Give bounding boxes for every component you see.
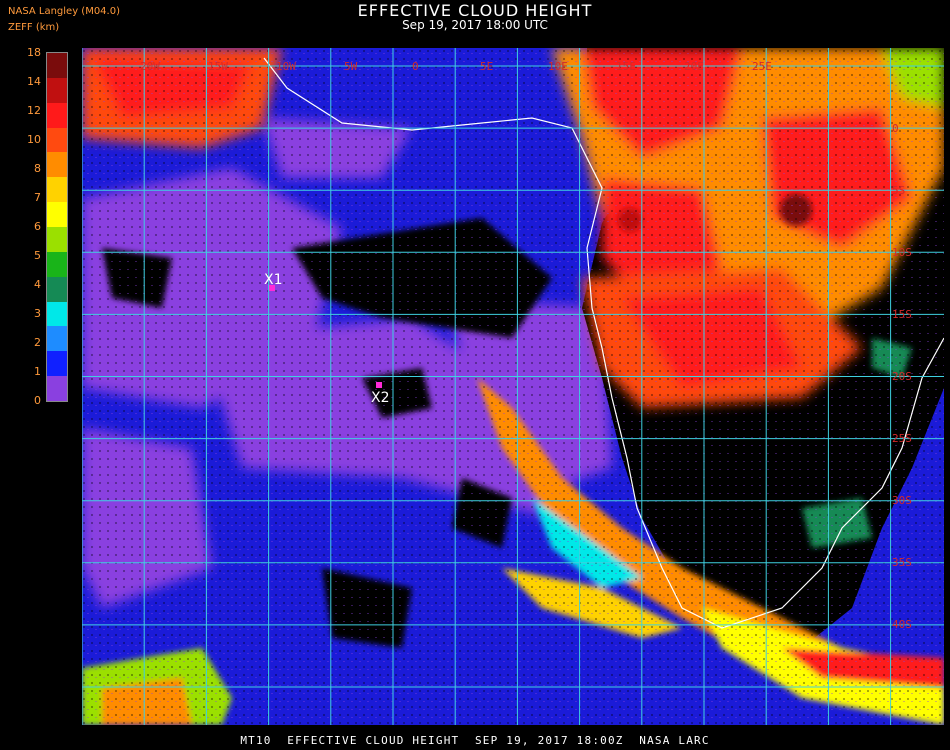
- map-image: 20W 15W 10W 5W 0 5E 10E 15E 20E 25E 0 5S 10S 15S 20S 2…: [82, 48, 944, 725]
- longitude-label: 0: [412, 60, 419, 73]
- longitude-label: 10E: [548, 60, 568, 73]
- footer-caption: MT10 EFFECTIVE CLOUD HEIGHT SEP 19, 2017…: [240, 734, 710, 747]
- latitude-label: 20S: [892, 370, 912, 383]
- legend-tick-label: 7: [34, 191, 41, 204]
- marker-label: X1: [264, 272, 283, 288]
- latitude-label: 25S: [892, 432, 912, 445]
- marker-point: [376, 382, 382, 388]
- latitude-label: 30S: [892, 494, 912, 507]
- latitude-label: 0: [892, 122, 899, 135]
- legend-tick-label: 1: [34, 365, 41, 378]
- legend-swatch: [47, 227, 67, 253]
- longitude-label: 5E: [480, 60, 493, 73]
- legend-swatch: [47, 326, 67, 352]
- legend-tick-label: 0: [34, 394, 41, 407]
- units-label: ZEFF (km): [8, 22, 60, 33]
- map-svg: 20W 15W 10W 5W 0 5E 10E 15E 20E 25E 0 5S 10S 15S 20S 2…: [82, 48, 944, 725]
- marker-label: X2: [371, 390, 390, 406]
- legend-swatch: [47, 351, 67, 377]
- longitude-label: 15W: [208, 60, 228, 73]
- legend-tick-label: 14: [27, 75, 41, 88]
- source-label: NASA Langley (M04.0): [8, 6, 120, 17]
- latitude-label: 35S: [892, 556, 912, 569]
- legend-swatch: [47, 77, 67, 104]
- legend-swatch: [47, 376, 67, 402]
- legend-tick-label: 2: [34, 336, 41, 349]
- longitude-label: 25E: [752, 60, 772, 73]
- latitude-label: 5S: [892, 184, 905, 197]
- legend-tick-label: 12: [27, 104, 41, 117]
- longitude-label: 20W: [140, 60, 160, 73]
- legend-swatch: [47, 152, 67, 178]
- legend-swatch: [47, 301, 67, 327]
- legend-swatch: [47, 102, 67, 129]
- legend-swatch: [47, 53, 67, 79]
- legend-swatch: [47, 127, 67, 153]
- latitude-label: 40S: [892, 618, 912, 631]
- legend-tick-label: 10: [27, 133, 41, 146]
- legend-swatch: [47, 251, 67, 278]
- satellite-map-view: EFFECTIVE CLOUD HEIGHT Sep 19, 2017 18:0…: [0, 0, 950, 750]
- longitude-label: 5W: [344, 60, 358, 73]
- color-legend: [46, 52, 68, 402]
- legend-tick-label: 6: [34, 220, 41, 233]
- page-subtitle: Sep 19, 2017 18:00 UTC: [402, 18, 548, 32]
- cloud-texture: [82, 48, 944, 725]
- legend-tick-label: 5: [34, 249, 41, 262]
- latitude-label: 10S: [892, 246, 912, 259]
- longitude-label: 10W: [276, 60, 296, 73]
- longitude-label: 20E: [684, 60, 704, 73]
- longitude-label: 15E: [616, 60, 636, 73]
- latitude-label: 15S: [892, 308, 912, 321]
- legend-tick-label: 18: [27, 46, 41, 59]
- legend-tick-label: 3: [34, 307, 41, 320]
- legend-tick-label: 8: [34, 162, 41, 175]
- legend-swatch: [47, 202, 67, 228]
- legend-swatch: [47, 177, 67, 203]
- legend-swatch: [47, 276, 67, 303]
- legend-tick-label: 4: [34, 278, 41, 291]
